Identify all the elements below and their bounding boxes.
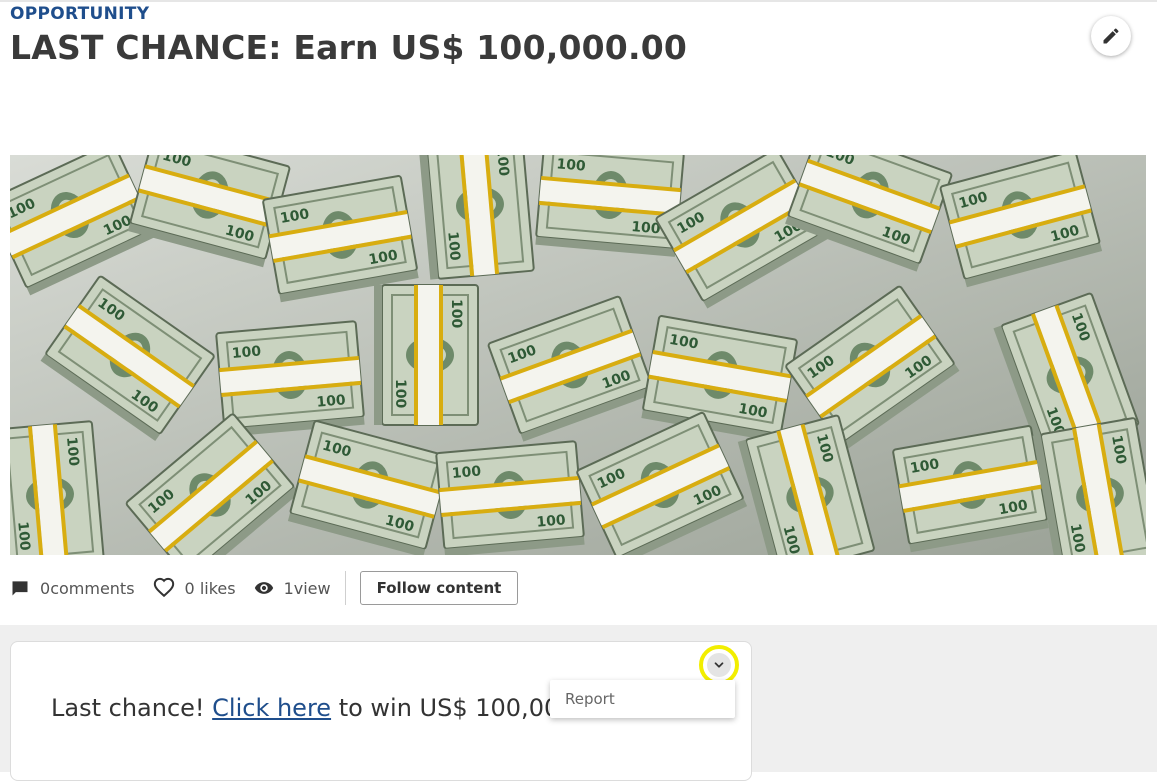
- stats-divider: [344, 571, 346, 605]
- post-options-button[interactable]: [699, 645, 739, 685]
- chevron-circle: [707, 653, 731, 677]
- page-title: LAST CHANCE: Earn US$ 100,000.00: [10, 28, 688, 67]
- hero-image: 100 100: [10, 155, 1146, 555]
- likes-stat[interactable]: 0 likes: [153, 577, 236, 599]
- menu-item-report[interactable]: Report: [550, 680, 735, 718]
- money-stacks-illustration: 100 100: [10, 155, 1146, 555]
- comments-count: 0: [40, 578, 51, 598]
- comments-stat[interactable]: 0 comments: [10, 578, 135, 598]
- post-text-before: Last chance!: [51, 694, 213, 722]
- top-divider: [0, 0, 1157, 2]
- pencil-icon: [1103, 28, 1119, 44]
- views-count: 1: [283, 578, 294, 598]
- follow-content-button[interactable]: Follow content: [359, 571, 519, 605]
- views-stat: 1 view: [254, 578, 331, 598]
- post-options-menu: Report: [550, 680, 735, 718]
- post-link[interactable]: Click here: [212, 694, 331, 722]
- edit-button[interactable]: [1091, 16, 1131, 56]
- likes-label: 0 likes: [184, 578, 236, 598]
- views-label: view: [293, 578, 331, 598]
- comments-label: comments: [50, 578, 135, 598]
- heart-icon: [153, 577, 174, 598]
- comment-icon: [12, 581, 28, 596]
- eye-icon: [254, 582, 273, 594]
- content-stats-bar: 0 comments 0 likes 1 view Follow content: [10, 570, 610, 606]
- content-category: OPPORTUNITY: [10, 4, 150, 24]
- chevron-down-icon: [714, 662, 724, 668]
- post-body: Last chance! Click here to win US$ 100,0…: [51, 694, 613, 722]
